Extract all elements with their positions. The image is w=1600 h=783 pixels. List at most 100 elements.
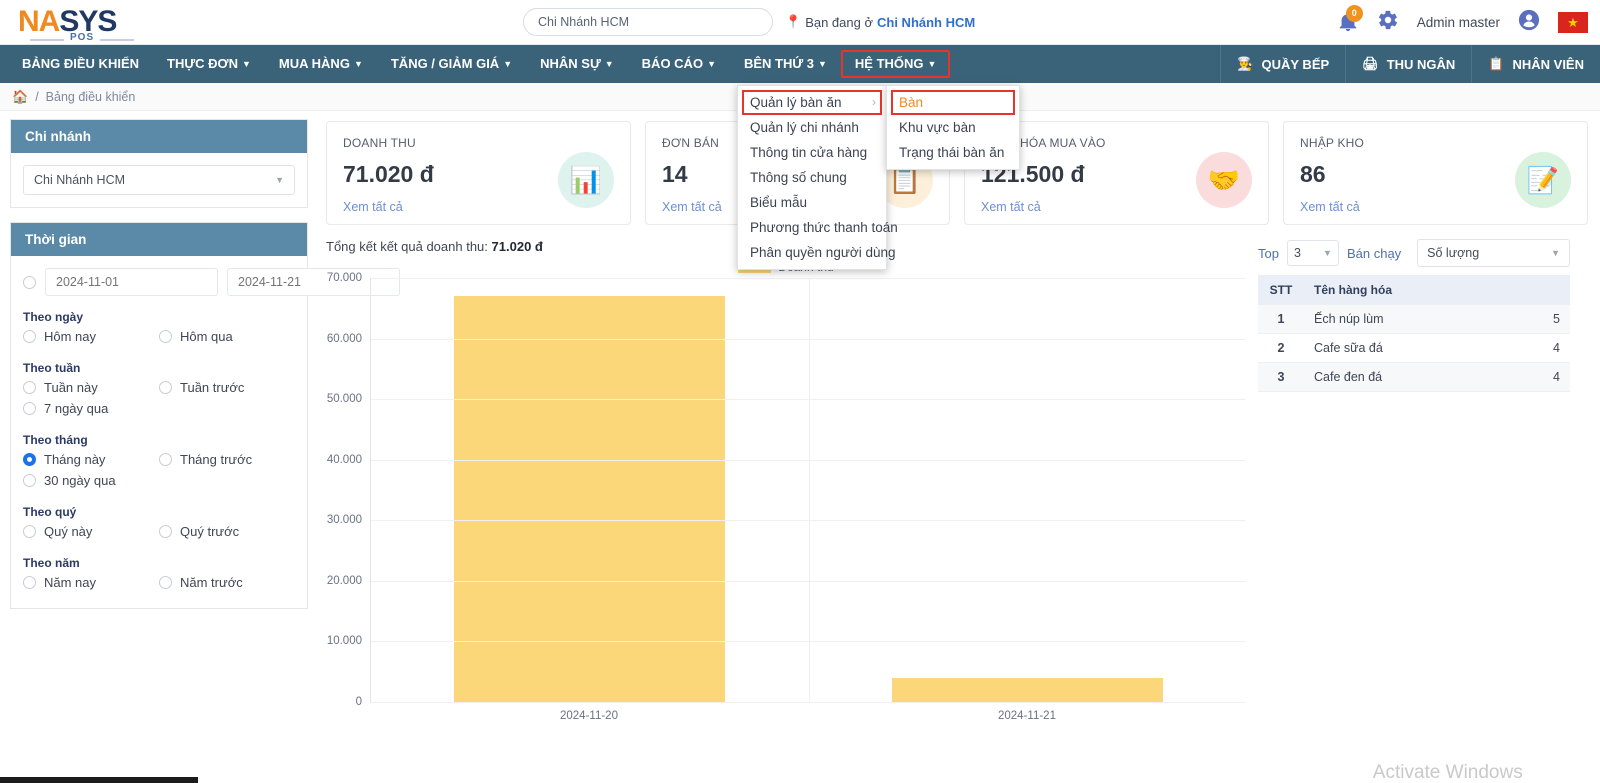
chevron-down-icon: ▼ <box>503 59 513 69</box>
radio-option-last-month[interactable]: Tháng trước <box>159 452 295 467</box>
menu-item-branch-management[interactable]: Quản lý chi nhánh <box>738 115 886 140</box>
table-row[interactable]: 3 Cafe đen đá 4 <box>1258 362 1570 392</box>
submenu-item-table[interactable]: Bàn <box>891 90 1015 115</box>
radio-custom-range[interactable] <box>23 275 36 289</box>
radio-indicator <box>159 576 172 589</box>
app-logo[interactable]: NASYS POS <box>0 7 200 43</box>
nav-button-cashier[interactable]: 🖨 THU NGÂN <box>1345 45 1471 83</box>
chart-y-tick-label: 0 <box>355 696 362 708</box>
chart-gridline <box>371 580 1246 582</box>
table-row[interactable]: 2 Cafe sữa đá 4 <box>1258 333 1570 363</box>
stat-card-revenue[interactable]: DOANH THU 71.020 đ Xem tất cả 📊 <box>326 121 631 225</box>
chart-bar-cell <box>808 278 1247 702</box>
chart-x-tick-label: 2024-11-21 <box>998 710 1056 722</box>
chart-x-tick-label: 2024-11-20 <box>560 710 618 722</box>
radio-option-last-30-days[interactable]: 30 ngày qua <box>23 473 295 488</box>
radio-indicator <box>23 402 36 415</box>
notifications-button[interactable]: 0 <box>1337 4 1363 36</box>
radio-option-last-week[interactable]: Tuần trước <box>159 380 295 395</box>
branch-select[interactable]: Chi Nhánh HCM ▼ <box>23 165 295 195</box>
row-index: 3 <box>1258 362 1304 392</box>
radio-group-by-month: Tháng này Tháng trước 30 ngày qua <box>23 452 295 494</box>
radio-option-this-week[interactable]: Tuần này <box>23 380 159 395</box>
radio-indicator <box>23 525 36 538</box>
chevron-down-icon: ▼ <box>604 59 614 69</box>
menu-item-forms[interactable]: Biểu mẫu <box>738 190 886 215</box>
avatar-icon <box>1518 9 1540 31</box>
menu-item-payment-methods[interactable]: Phương thức thanh toán <box>738 215 898 240</box>
radio-option-last-7-days[interactable]: 7 ngày qua <box>23 401 295 416</box>
table-row[interactable]: 1 Ếch núp lùm 5 <box>1258 305 1570 334</box>
nav-item-reports[interactable]: BÁO CÁO ▼ <box>628 45 730 83</box>
language-flag-button[interactable]: ★ <box>1558 12 1588 33</box>
branch-filter-panel: Chi nhánh Chi Nhánh HCM ▼ <box>10 119 308 208</box>
clipboard-icon: 📋 <box>1488 56 1505 71</box>
radio-option-last-quarter[interactable]: Quý trước <box>159 524 295 539</box>
nav-button-staff[interactable]: 📋 NHÂN VIÊN <box>1471 45 1600 83</box>
nav-item-promotions[interactable]: TĂNG / GIẢM GIÁ ▼ <box>377 45 526 83</box>
home-icon[interactable]: 🏠 <box>12 89 28 105</box>
nav-button-kitchen[interactable]: 👨‍🍳 QUẦY BẾP <box>1220 45 1345 83</box>
printer-icon: 🖨 <box>1362 56 1379 71</box>
radio-option-this-month[interactable]: Tháng này <box>23 452 159 467</box>
menu-item-label: Biểu mẫu <box>750 195 808 210</box>
nav-item-system[interactable]: HỆ THỐNG ▼ <box>840 50 951 78</box>
windows-activation-watermark: Activate Windows Go to Settings to activ… <box>1373 762 1578 783</box>
date-from-input[interactable] <box>45 268 218 296</box>
radio-label: 30 ngày qua <box>44 473 116 488</box>
nav-item-dashboard[interactable]: BẢNG ĐIỀU KHIỂN <box>8 45 153 83</box>
nav-item-menu[interactable]: THỰC ĐƠN ▼ <box>153 45 265 83</box>
settings-button[interactable] <box>1377 9 1399 36</box>
user-avatar[interactable] <box>1518 9 1540 36</box>
radio-option-last-year[interactable]: Năm trước <box>159 575 295 590</box>
radio-group-by-week: Tuần này Tuần trước 7 ngày qua <box>23 380 295 422</box>
radio-option-yesterday[interactable]: Hôm qua <box>159 329 295 344</box>
chart-bar[interactable] <box>891 677 1163 702</box>
nav-item-purchasing[interactable]: MUA HÀNG ▼ <box>265 45 377 83</box>
branch-panel-title: Chi nhánh <box>11 120 307 153</box>
submenu-item-table-status[interactable]: Trạng thái bàn ăn <box>887 140 1019 165</box>
stat-card-stock-in[interactable]: NHẬP KHO 86 Xem tất cả 📝 <box>1283 121 1588 225</box>
location-pin-icon: 📍 <box>785 14 802 29</box>
nav-label: BÊN THỨ 3 <box>743 56 814 71</box>
breadcrumb-separator: / <box>35 89 39 104</box>
radio-group-by-quarter: Quý này Quý trước <box>23 524 295 545</box>
top-bar-actions: 0 Admin master ★ <box>1337 0 1600 45</box>
top-products-controls: Top 3 ▼ Bán chạy Số lượng ▼ <box>1258 239 1570 267</box>
radio-indicator <box>23 576 36 589</box>
chevron-down-icon: ▼ <box>1551 248 1560 258</box>
top-bar: NASYS POS 📍 Bạn đang ở Chi Nhánh HCM 0 A… <box>0 0 1600 45</box>
menu-item-table-management[interactable]: Quản lý bàn ăn <box>742 90 882 115</box>
nav-label: HỆ THỐNG <box>854 56 924 71</box>
metric-select[interactable]: Số lượng ▼ <box>1417 239 1570 267</box>
chart-gridline <box>371 338 1246 340</box>
chart-caption-value: 71.020 đ <box>491 239 543 254</box>
group-label-by-week: Theo tuần <box>23 361 81 375</box>
nav-button-label: QUẦY BẾP <box>1261 56 1330 72</box>
menu-item-user-permissions[interactable]: Phân quyền người dùng <box>738 240 896 265</box>
branch-search-input[interactable] <box>523 8 773 36</box>
chevron-down-icon: ▼ <box>242 59 251 69</box>
chart-gridline <box>371 399 1246 401</box>
horizontal-scrollbar[interactable] <box>0 777 198 783</box>
chart-y-tick-label: 50.000 <box>326 393 362 406</box>
radio-option-this-year[interactable]: Năm nay <box>23 575 159 590</box>
chart-plot-area: 70.000 60.000 50.000 40.000 30.000 20.000 10.0… <box>327 272 1247 708</box>
radio-label: Hôm qua <box>180 329 233 344</box>
notification-badge: 0 <box>1345 4 1363 22</box>
logo-subtitle: POS <box>29 32 135 43</box>
chevron-down-icon: ▼ <box>275 175 284 185</box>
top-count-select[interactable]: 3 ▼ <box>1286 240 1339 266</box>
radio-option-this-quarter[interactable]: Quý này <box>23 524 159 539</box>
nav-item-hr[interactable]: NHÂN SỰ ▼ <box>526 45 628 83</box>
location-branch-name: Chi Nhánh HCM <box>877 14 976 30</box>
submenu-item-label: Bàn <box>899 95 924 110</box>
radio-label: Năm nay <box>44 575 97 590</box>
gear-icon <box>1378 10 1397 30</box>
watermark-line1: Activate Windows <box>1372 762 1523 783</box>
radio-option-today[interactable]: Hôm nay <box>23 329 159 344</box>
menu-item-store-info[interactable]: Thông tin cửa hàng <box>738 140 886 165</box>
nav-item-third-party[interactable]: BÊN THỨ 3 ▼ <box>730 45 841 83</box>
submenu-item-table-area[interactable]: Khu vực bàn <box>887 115 1019 140</box>
menu-item-general-params[interactable]: Thông số chung <box>738 165 886 190</box>
